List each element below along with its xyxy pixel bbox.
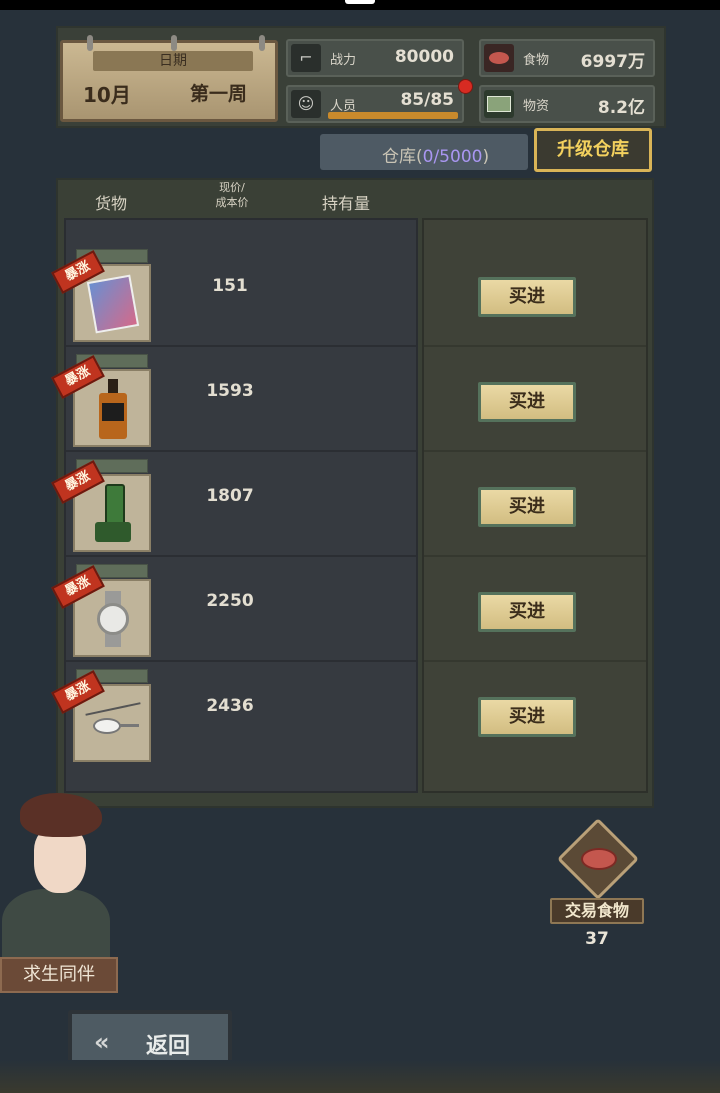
buy-button[interactable]: 买进 — [478, 697, 576, 737]
power-label: 战力 — [330, 53, 357, 68]
buy-button[interactable]: 买进 — [478, 382, 576, 422]
double-arrow-left-icon: « — [94, 1028, 110, 1056]
walkie-talkie-icon — [95, 484, 131, 544]
staff-progress-fill — [328, 112, 458, 119]
companion-portrait[interactable] — [0, 785, 120, 969]
column-price-line1: 现价/ — [219, 181, 245, 194]
warehouse-title: 仓库 — [382, 147, 416, 167]
warehouse-open-paren: ( — [416, 147, 423, 167]
trade-food-count: 37 — [585, 929, 609, 949]
row-divider — [66, 660, 416, 662]
warehouse-capacity: 仓库(0/5000) — [320, 134, 528, 170]
supplies-stat: 物资 8.2亿 — [479, 85, 655, 123]
row-divider — [424, 345, 646, 347]
wristwatch-icon — [95, 591, 131, 647]
buy-button[interactable]: 买进 — [478, 592, 576, 632]
column-holding: 持有量 — [322, 194, 371, 213]
warehouse-label: 仓库(0/5000) — [382, 142, 489, 167]
meat-icon — [484, 44, 514, 72]
warehouse-close-paren: ) — [482, 147, 490, 167]
pin-icon — [87, 35, 93, 51]
row-divider — [66, 345, 416, 347]
item-price: 1593 — [206, 381, 254, 401]
pin-icon — [259, 35, 265, 51]
item-price: 2436 — [206, 696, 254, 716]
column-price-line2: 成本价 — [215, 196, 249, 209]
whiskey-bottle-icon — [99, 379, 127, 439]
item-price: 1807 — [206, 486, 254, 506]
power-value: 80000 — [394, 47, 454, 67]
column-price: 现价/ 成本价 — [204, 180, 260, 210]
food-stat: 食物 6997万 — [479, 39, 655, 77]
notification-dot — [458, 79, 473, 94]
trade-food-button[interactable] — [555, 817, 641, 901]
row-divider — [424, 660, 646, 662]
comic-book-icon — [86, 274, 140, 334]
date-board: 日期 10月 第一周 — [60, 35, 278, 122]
column-goods: 货物 — [95, 194, 128, 213]
supplies-value: 8.2亿 — [597, 98, 645, 118]
staff-progress-bar — [328, 112, 458, 119]
companion-hair — [20, 793, 102, 837]
week-value: 第一周 — [189, 83, 247, 105]
buy-button[interactable]: 买进 — [478, 277, 576, 317]
supplies-label: 物资 — [523, 99, 550, 114]
bottom-frame — [0, 1060, 720, 1093]
status-bar-notch — [345, 0, 375, 4]
helicopter-icon — [85, 702, 141, 742]
pin-icon — [171, 35, 177, 51]
upgrade-warehouse-button[interactable]: 升级仓库 — [534, 128, 652, 172]
food-label: 食物 — [523, 53, 550, 68]
row-divider — [424, 450, 646, 452]
row-divider — [66, 555, 416, 557]
status-bar — [0, 0, 720, 10]
cash-icon — [484, 90, 514, 118]
trade-food-label[interactable]: 交易食物 — [550, 898, 644, 924]
food-value: 6997万 — [580, 52, 645, 72]
month-value: 10月 — [83, 83, 131, 107]
item-price: 2250 — [206, 591, 254, 611]
gun-icon: ⌐ — [291, 44, 321, 72]
row-divider — [66, 450, 416, 452]
row-divider — [424, 555, 646, 557]
companion-label[interactable]: 求生同伴 — [0, 957, 118, 993]
back-label: 返回 — [146, 1034, 191, 1059]
warehouse-count: 0/5000 — [422, 147, 483, 167]
staff-value: 85/85 — [400, 90, 454, 110]
power-stat: ⌐ 战力 80000 — [286, 39, 464, 77]
date-label: 日期 — [93, 51, 253, 71]
meat-icon — [581, 848, 617, 870]
person-icon: ☺ — [291, 90, 321, 118]
item-price: 151 — [212, 276, 248, 296]
staff-stat[interactable]: ☺ 人员 85/85 — [286, 85, 464, 123]
buy-button[interactable]: 买进 — [478, 487, 576, 527]
